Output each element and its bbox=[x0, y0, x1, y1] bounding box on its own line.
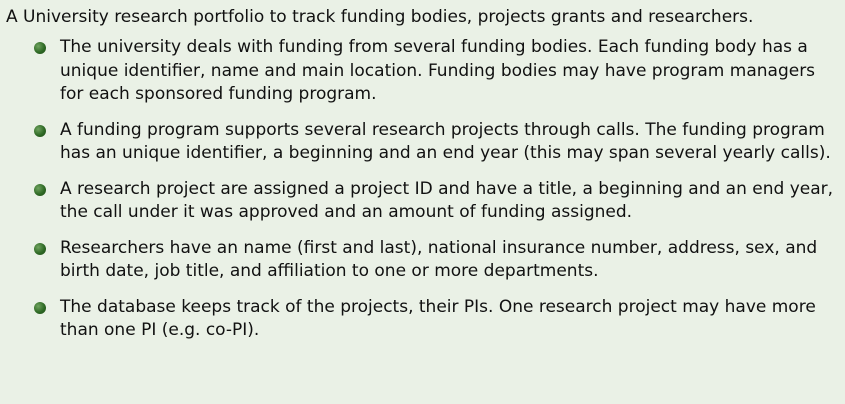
bullet-text: Researchers have an name (first and last… bbox=[60, 237, 818, 282]
green-ball-bullet-icon bbox=[34, 183, 46, 196]
bullet-text: The database keeps track of the projects… bbox=[60, 296, 816, 341]
bullet-item: A funding program supports several resea… bbox=[32, 119, 845, 166]
bullet-item: Researchers have an name (first and last… bbox=[32, 237, 845, 284]
intro-text: A University research portfolio to track… bbox=[6, 7, 754, 27]
bullet-item: The university deals with funding from s… bbox=[32, 36, 845, 107]
green-ball-bullet-icon bbox=[34, 242, 46, 255]
bullet-text: A funding program supports several resea… bbox=[60, 119, 831, 164]
green-ball-bullet-icon bbox=[34, 301, 46, 314]
green-ball-bullet-icon bbox=[34, 42, 46, 54]
bullet-item: The database keeps track of the projects… bbox=[32, 296, 845, 343]
bullet-text: The university deals with funding from s… bbox=[60, 37, 816, 104]
green-ball-bullet-icon bbox=[34, 124, 46, 137]
bullet-text: A research project are assigned a projec… bbox=[60, 178, 834, 223]
bullet-list: The university deals with funding from s… bbox=[6, 36, 845, 343]
bullet-item: A research project are assigned a projec… bbox=[32, 178, 845, 225]
slide: A University research portfolio to track… bbox=[0, 0, 845, 404]
